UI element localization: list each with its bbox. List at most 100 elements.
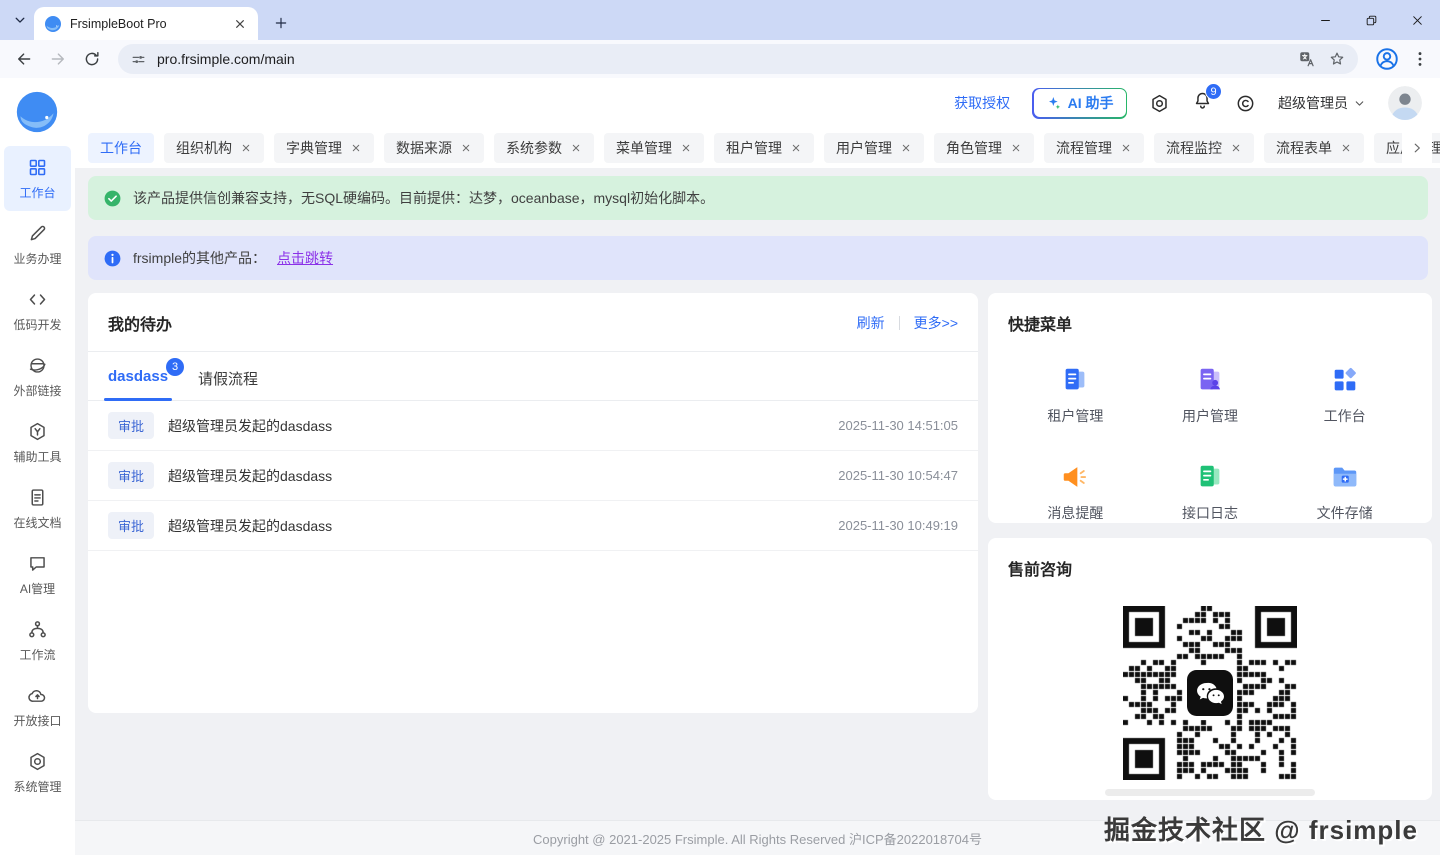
globe-icon	[27, 355, 48, 376]
page-tab-label: 字典管理	[286, 140, 342, 156]
ai-assistant-button[interactable]: AI 助手	[1032, 87, 1127, 119]
quick-item-label: 接口日志	[1181, 505, 1238, 521]
translate-icon[interactable]	[1298, 50, 1316, 68]
page-tab-4[interactable]: 系统参数	[494, 133, 594, 163]
tab-search-button[interactable]	[8, 9, 32, 31]
quick-item-megaphone[interactable]: 消息提醒	[1008, 462, 1143, 523]
page-tab-label: 用户管理	[836, 140, 892, 156]
page-tab-2[interactable]: 字典管理	[274, 133, 374, 163]
close-tab-icon[interactable]	[900, 142, 912, 154]
sidebar-item-workflow[interactable]: 工作流	[4, 608, 71, 673]
jump-link[interactable]: 点击跳转	[277, 248, 333, 268]
quick-menu-card: 快捷菜单 租户管理 用户管理 工作台 消息提醒 接口日志 文件存储	[988, 293, 1432, 523]
page-tab-6[interactable]: 租户管理	[714, 133, 814, 163]
sidebar-item-system[interactable]: 系统管理	[4, 740, 71, 805]
sidebar-item-label: 低码开发	[13, 318, 62, 332]
refresh-button[interactable]: 刷新	[857, 313, 885, 333]
sidebar-item-workbench[interactable]: 工作台	[4, 146, 71, 211]
todo-row[interactable]: 审批 超级管理员发起的dasdass 2025-11-30 14:51:05	[88, 401, 978, 451]
todo-row[interactable]: 审批 超级管理员发起的dasdass 2025-11-30 10:49:19	[88, 501, 978, 551]
close-tab-icon[interactable]	[1230, 142, 1242, 154]
app-logo	[15, 90, 59, 134]
success-alert: 该产品提供信创兼容支持，无SQL硬编码。目前提供：达梦，oceanbase，my…	[88, 176, 1428, 220]
page-tab-label: 组织机构	[176, 140, 232, 156]
quick-item-logdoc[interactable]: 接口日志	[1143, 462, 1278, 523]
ai-assistant-label: AI 助手	[1067, 95, 1114, 111]
close-tab-icon[interactable]	[350, 142, 362, 154]
sidebar-item-label: 系统管理	[13, 780, 62, 794]
page-tab-11[interactable]: 流程表单	[1264, 133, 1364, 163]
todo-title: 我的待办	[108, 317, 173, 334]
notifications-button[interactable]: 9	[1192, 83, 1222, 116]
logdoc-icon	[1195, 462, 1225, 492]
sidebar-item-label: 业务办理	[13, 252, 62, 266]
new-tab-button[interactable]	[268, 10, 294, 36]
sidebar-item-lowcode[interactable]: 低码开发	[4, 278, 71, 343]
page-tab-5[interactable]: 菜单管理	[604, 133, 704, 163]
address-bar[interactable]: pro.frsimple.com/main	[118, 44, 1358, 74]
tab-title: FrsimpleBoot Pro	[70, 16, 167, 31]
approval-tag: 审批	[108, 412, 155, 439]
minimize-button[interactable]	[1302, 0, 1348, 40]
todo-tab-0[interactable]: dasdass 3	[103, 358, 185, 401]
forward-button[interactable]	[44, 45, 72, 73]
megaphone-icon	[1060, 462, 1090, 492]
close-tab-icon[interactable]	[680, 142, 692, 154]
hexy-icon	[27, 421, 48, 442]
quick-item-folder[interactable]: 文件存储	[1277, 462, 1412, 523]
close-tab-icon[interactable]	[1340, 142, 1352, 154]
close-tab-icon[interactable]	[460, 142, 472, 154]
avatar[interactable]	[1388, 86, 1422, 120]
close-tab-icon[interactable]	[790, 142, 802, 154]
get-license-link[interactable]: 获取授权	[954, 93, 1010, 113]
sidebar-item-label: 外部链接	[13, 384, 62, 398]
sidebar-item-ai[interactable]: AI管理	[4, 542, 71, 607]
wechat-icon	[1187, 670, 1233, 716]
info-circle-icon	[103, 249, 122, 268]
page-tab-8[interactable]: 角色管理	[934, 133, 1034, 163]
close-tab-icon[interactable]	[240, 142, 252, 154]
quick-item-userdoc[interactable]: 用户管理	[1143, 365, 1278, 426]
browser-profile-icon[interactable]	[1374, 46, 1400, 72]
close-tab-icon[interactable]	[1120, 142, 1132, 154]
more-button[interactable]: 更多>>	[914, 313, 958, 333]
quick-item-label: 用户管理	[1181, 408, 1238, 424]
settings-hexagon-icon[interactable]	[1149, 93, 1170, 114]
close-tab-icon[interactable]	[570, 142, 582, 154]
bookmark-star-icon[interactable]	[1328, 50, 1346, 68]
tab-close-icon[interactable]	[232, 16, 248, 32]
sidebar-item-tools[interactable]: 辅助工具	[4, 410, 71, 475]
user-menu[interactable]: 超级管理员	[1278, 93, 1366, 113]
page-tab-0[interactable]: 工作台	[88, 133, 154, 163]
page-tab-9[interactable]: 流程管理	[1044, 133, 1144, 163]
sidebar-item-openapi[interactable]: 开放接口	[4, 674, 71, 739]
todo-row[interactable]: 审批 超级管理员发起的dasdass 2025-11-30 10:54:47	[88, 451, 978, 501]
sidebar-item-business[interactable]: 业务办理	[4, 212, 71, 277]
reload-button[interactable]	[78, 45, 106, 73]
sidebar-item-docs[interactable]: 在线文档	[4, 476, 71, 541]
url-text[interactable]: pro.frsimple.com/main	[157, 51, 1288, 67]
copyright-icon[interactable]	[1235, 93, 1256, 114]
quick-item-workspace[interactable]: 工作台	[1277, 365, 1412, 426]
sidebar-item-external[interactable]: 外部链接	[4, 344, 71, 409]
page-tab-1[interactable]: 组织机构	[164, 133, 264, 163]
todo-tab-1[interactable]: 请假流程	[198, 368, 258, 400]
page-tab-7[interactable]: 用户管理	[824, 133, 924, 163]
close-window-button[interactable]	[1394, 0, 1440, 40]
back-button[interactable]	[10, 45, 38, 73]
page-tab-10[interactable]: 流程监控	[1154, 133, 1254, 163]
browser-tab[interactable]: FrsimpleBoot Pro	[34, 7, 258, 40]
page-tab-label: 菜单管理	[616, 140, 672, 156]
sidebar: 工作台 业务办理 低码开发 外部链接 辅助工具 在线文档 AI管理 工作流 开放…	[0, 78, 75, 855]
tab-scroll-right-button[interactable]	[1402, 128, 1432, 168]
browser-menu-icon[interactable]	[1410, 49, 1430, 69]
restore-button[interactable]	[1348, 0, 1394, 40]
site-settings-icon[interactable]	[130, 51, 147, 68]
sidebar-item-label: 在线文档	[13, 516, 62, 530]
page-tab-3[interactable]: 数据来源	[384, 133, 484, 163]
quick-item-tenant[interactable]: 租户管理	[1008, 365, 1143, 426]
main-content: 该产品提供信创兼容支持，无SQL硬编码。目前提供：达梦，oceanbase，my…	[75, 168, 1440, 820]
close-tab-icon[interactable]	[1010, 142, 1022, 154]
sidebar-item-label: 工作台	[19, 186, 56, 200]
back-icon	[15, 50, 33, 68]
